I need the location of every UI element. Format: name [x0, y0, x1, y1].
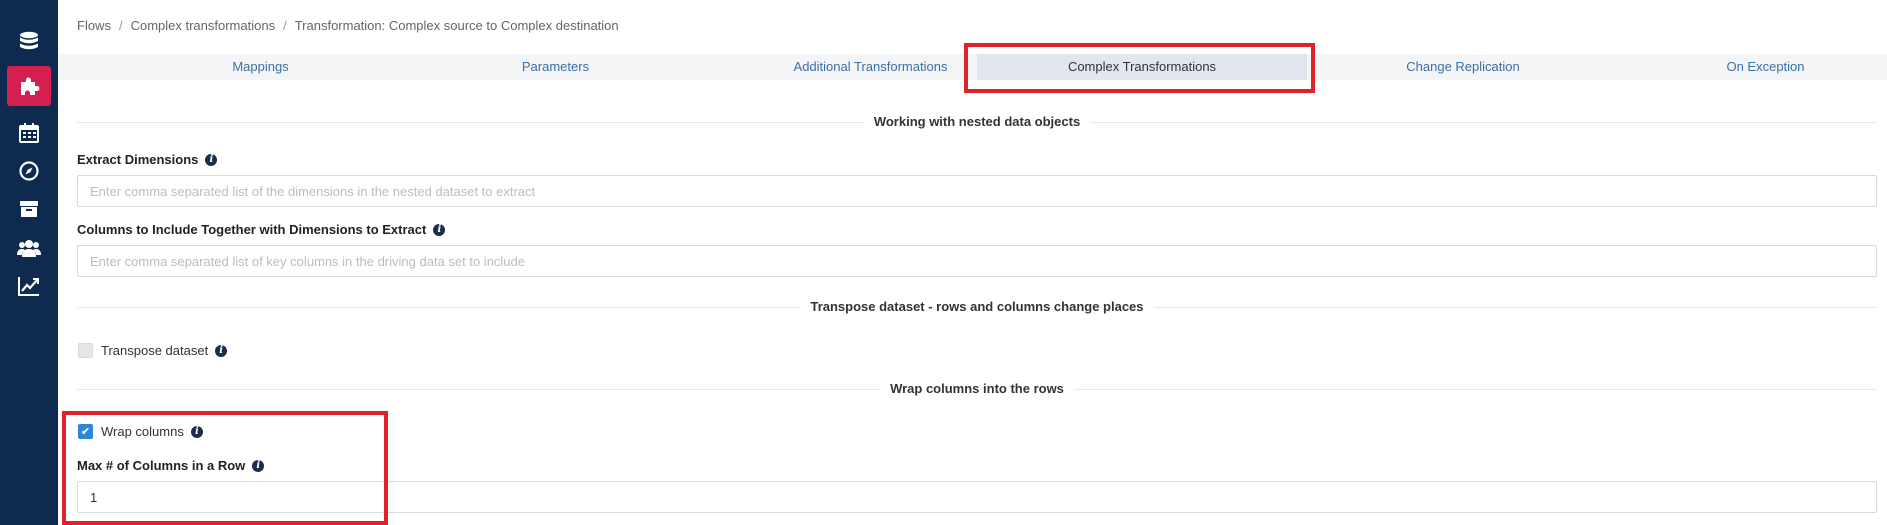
sidebar-item-monitoring[interactable]	[0, 264, 58, 308]
main-content: Flows / Complex transformations / Transforma…	[58, 0, 1887, 525]
info-icon[interactable]: i	[205, 153, 218, 166]
transpose-dataset-label: Transpose dataset	[101, 343, 209, 358]
extract-dimensions-label: Extract Dimensions i	[77, 152, 218, 167]
breadcrumb-complex-transformations[interactable]: Complex transformations	[131, 18, 276, 33]
columns-include-label: Columns to Include Together with Dimensi…	[77, 222, 446, 237]
tab-highlight-box	[964, 43, 1315, 93]
sidebar-item-archive[interactable]	[0, 187, 58, 231]
tab-change-replication[interactable]: Change Replication	[1298, 54, 1628, 80]
tab-mappings[interactable]: Mappings	[98, 54, 423, 80]
puzzle-icon	[21, 77, 40, 95]
info-icon[interactable]: i	[215, 344, 228, 357]
tab-parameters[interactable]: Parameters	[393, 54, 718, 80]
transpose-dataset-checkbox[interactable]	[78, 343, 93, 358]
breadcrumb-separator: /	[283, 18, 287, 33]
section-title-wrap: Wrap columns into the rows	[77, 381, 1877, 396]
extract-dimensions-label-text: Extract Dimensions	[77, 152, 199, 167]
tab-on-exception[interactable]: On Exception	[1603, 54, 1887, 80]
section-title-nested-text: Working with nested data objects	[863, 114, 1091, 129]
database-icon	[20, 31, 38, 50]
sidebar-item-database[interactable]	[0, 19, 58, 63]
breadcrumb-separator: /	[118, 18, 123, 33]
section-title-wrap-text: Wrap columns into the rows	[880, 381, 1074, 396]
section-title-transpose-text: Transpose dataset - rows and columns cha…	[800, 299, 1154, 314]
compass-icon	[19, 161, 39, 181]
users-icon	[17, 240, 41, 257]
sidebar-item-transformations[interactable]	[7, 66, 51, 106]
wrap-highlight-box	[62, 411, 388, 525]
calendar-icon	[19, 123, 39, 143]
breadcrumb-current: Transformation: Complex source to Comple…	[294, 18, 619, 33]
breadcrumb: Flows / Complex transformations / Transforma…	[77, 18, 619, 33]
chart-line-icon	[18, 277, 39, 296]
sidebar	[0, 0, 58, 525]
columns-include-input[interactable]	[77, 245, 1877, 277]
transpose-dataset-row: Transpose dataset i	[78, 343, 228, 358]
extract-dimensions-input[interactable]	[77, 175, 1877, 207]
section-title-transpose: Transpose dataset - rows and columns cha…	[77, 299, 1877, 314]
section-title-nested: Working with nested data objects	[77, 114, 1877, 129]
breadcrumb-flows[interactable]: Flows	[77, 18, 111, 33]
archive-icon	[20, 201, 38, 217]
info-icon[interactable]: i	[433, 223, 446, 236]
columns-include-label-text: Columns to Include Together with Dimensi…	[77, 222, 427, 237]
